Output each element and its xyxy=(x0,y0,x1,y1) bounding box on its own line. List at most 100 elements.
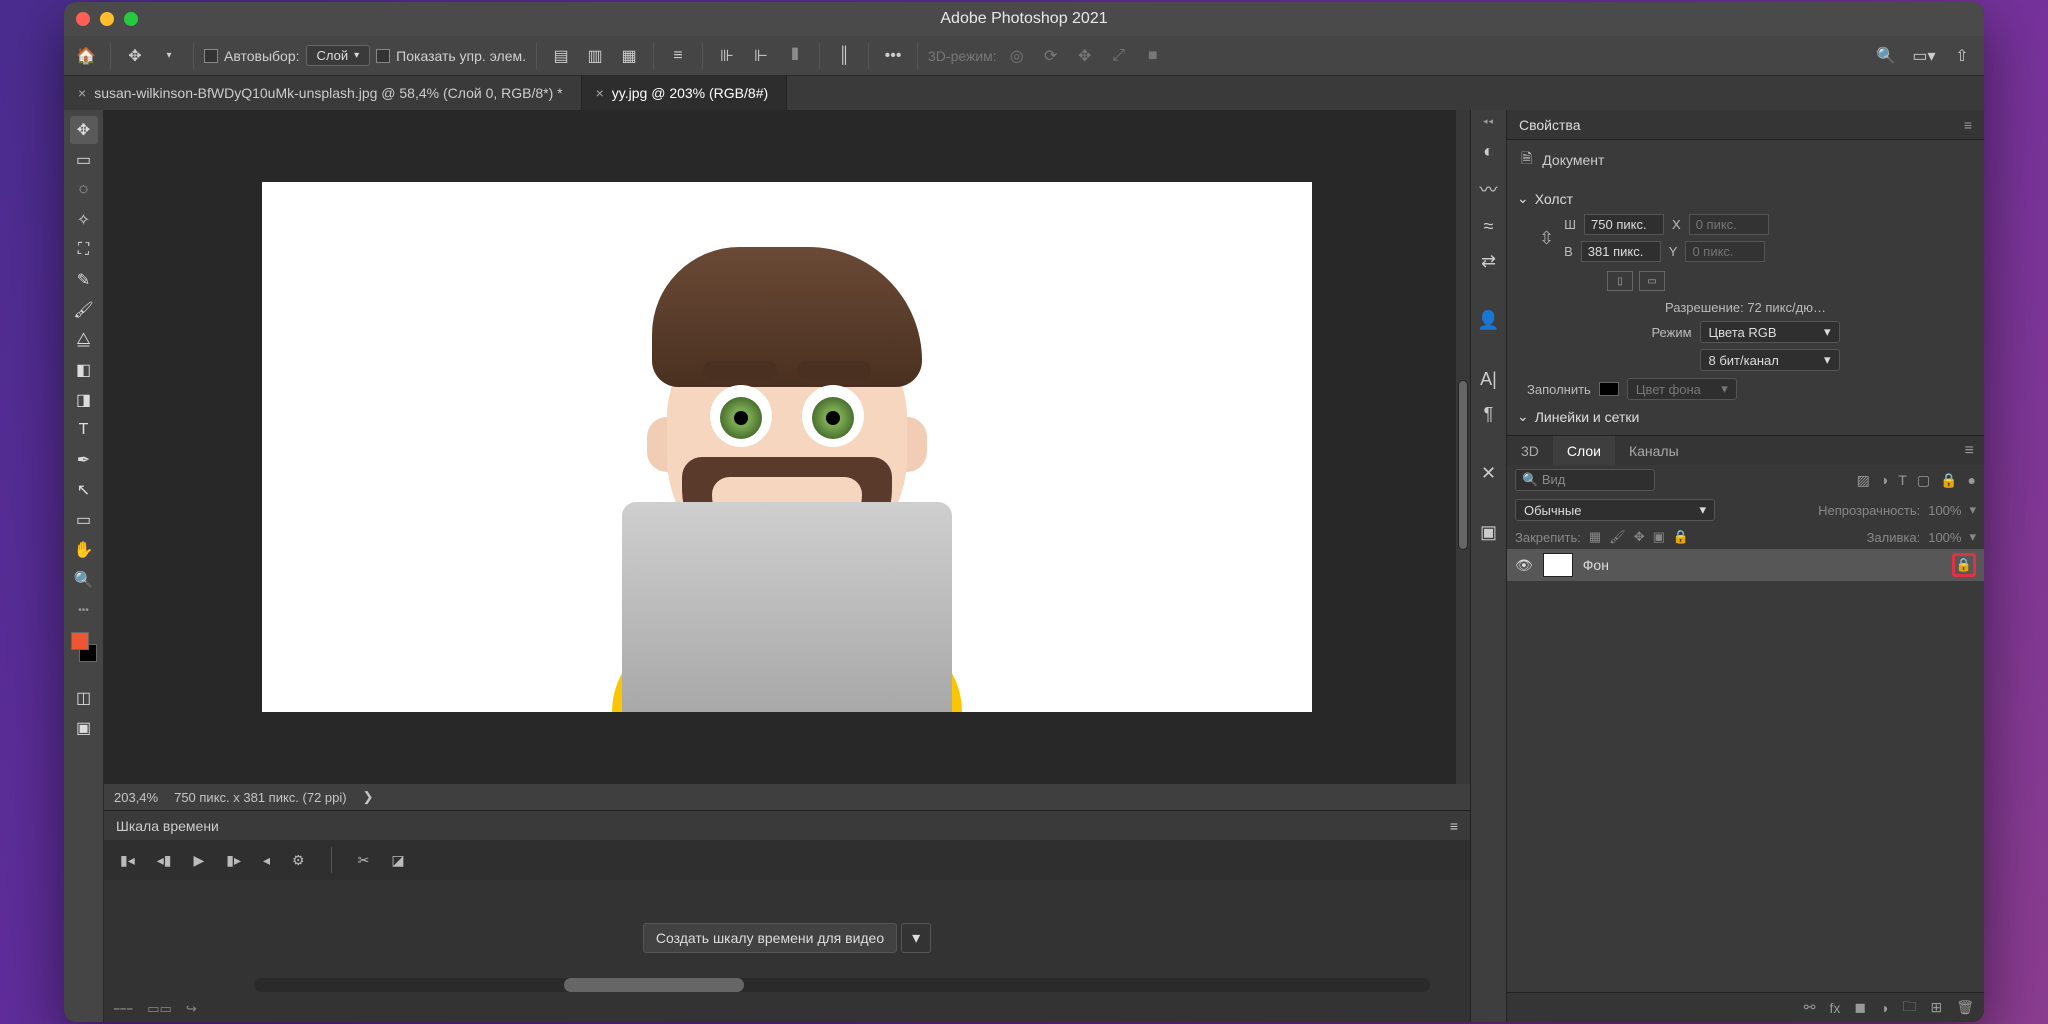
eraser-tool[interactable]: ◧ xyxy=(70,356,98,384)
auto-select-target[interactable]: Слой▾ xyxy=(306,45,371,66)
more-options-icon[interactable]: ••• xyxy=(879,42,907,70)
color-panel-icon[interactable]: ◐ xyxy=(1483,141,1494,162)
layer-name[interactable]: Фон xyxy=(1583,557,1609,573)
zoom-tool[interactable]: 🔍 xyxy=(70,566,98,594)
filter-smart-icon[interactable]: 🔒 xyxy=(1940,472,1957,489)
filter-shape-icon[interactable]: ▢ xyxy=(1917,472,1930,489)
screen-mode-icon[interactable]: ▭▾ xyxy=(1910,42,1938,70)
canvas-area[interactable] xyxy=(104,110,1470,784)
show-transform-checkbox[interactable] xyxy=(376,49,390,63)
pen-tool[interactable]: ✒ xyxy=(70,446,98,474)
scissors-icon[interactable]: ✂ xyxy=(358,852,370,869)
close-icon[interactable]: × xyxy=(596,85,604,101)
screen-mode-tool[interactable]: ▣ xyxy=(70,714,98,742)
distribute-icon[interactable]: ⫴ xyxy=(781,42,809,70)
layer-thumbnail[interactable] xyxy=(1543,553,1573,577)
layer-lock-icon[interactable]: 🔒 xyxy=(1952,553,1976,577)
zoom-level[interactable]: 203,4% xyxy=(114,790,158,805)
color-mode-select[interactable]: Цвета RGB▾ xyxy=(1700,321,1840,343)
panel-menu-icon[interactable]: ≡ xyxy=(1450,818,1458,834)
layer-filter-select[interactable]: 🔍 Вид xyxy=(1515,469,1655,491)
loop-icon[interactable]: ▭▭ xyxy=(147,1001,172,1017)
create-timeline-button[interactable]: Создать шкалу времени для видео xyxy=(643,923,897,953)
move-tool[interactable]: ✥ xyxy=(70,116,98,144)
panel-menu-icon[interactable]: ≡ xyxy=(1965,442,1974,460)
opacity-value[interactable]: 100% xyxy=(1928,503,1961,518)
step-fwd-icon[interactable]: ▮▸ xyxy=(226,852,241,869)
gradients-panel-icon[interactable]: ≈ xyxy=(1484,216,1494,237)
distribute-v-icon[interactable]: ⊪ xyxy=(713,42,741,70)
gradient-tool[interactable]: ◨ xyxy=(70,386,98,414)
height-input[interactable] xyxy=(1581,241,1661,262)
libraries-panel-icon[interactable]: 👤 xyxy=(1477,310,1499,331)
step-back-icon[interactable]: ◂▮ xyxy=(157,852,172,869)
swatches-panel-icon[interactable]: 〰 xyxy=(1480,176,1498,202)
edit-toolbar[interactable]: ••• xyxy=(70,596,98,624)
stamp-tool[interactable]: ⧋ xyxy=(70,326,98,354)
align-left-icon[interactable]: ▤ xyxy=(547,42,575,70)
distribute-space-icon[interactable]: ║ xyxy=(830,42,858,70)
mask-icon[interactable]: ◼ xyxy=(1854,999,1866,1016)
type-tool[interactable]: T xyxy=(70,416,98,444)
document-canvas[interactable] xyxy=(262,182,1312,712)
magic-wand-tool[interactable]: ✧ xyxy=(70,206,98,234)
crop-tool[interactable]: ⛶ xyxy=(70,236,98,264)
mute-icon[interactable]: ◂ xyxy=(263,852,270,869)
play-icon[interactable]: ▶ xyxy=(193,852,204,869)
paragraph-panel-icon[interactable]: ¶ xyxy=(1484,404,1494,425)
fill-value[interactable]: 100% xyxy=(1928,530,1961,545)
panel-menu-icon[interactable]: ≡ xyxy=(1964,117,1972,133)
adjust-panel-icon[interactable]: ⇄ xyxy=(1481,251,1496,272)
bit-depth-select[interactable]: 8 бит/канал▾ xyxy=(1700,349,1840,371)
rulers-section-header[interactable]: ⌄Линейки и сетки xyxy=(1517,404,1974,429)
filter-toggle-icon[interactable]: ● xyxy=(1968,472,1976,489)
modifier-panel-icon[interactable]: ✕ xyxy=(1481,463,1496,484)
foreground-color[interactable] xyxy=(71,632,89,650)
adjustment-icon[interactable]: ◑ xyxy=(1880,1000,1888,1016)
settings-icon[interactable]: ⚙ xyxy=(292,852,305,869)
drag-handle[interactable]: ◂◂ xyxy=(1483,116,1494,127)
new-layer-icon[interactable]: ⊞ xyxy=(1930,999,1942,1016)
lock-all-icon[interactable]: 🔒 xyxy=(1673,529,1689,545)
layer-item-background[interactable]: 👁 Фон 🔒 xyxy=(1507,549,1984,581)
fx-icon[interactable]: fx xyxy=(1830,1000,1841,1016)
goto-first-icon[interactable]: ▮◂ xyxy=(120,852,135,869)
brush-tool[interactable]: 🖌 xyxy=(70,296,98,324)
path-select-tool[interactable]: ↖ xyxy=(70,476,98,504)
filter-type-icon[interactable]: T xyxy=(1898,472,1907,489)
auto-select-checkbox[interactable] xyxy=(204,49,218,63)
color-swatches[interactable] xyxy=(69,632,99,662)
move-tool-icon[interactable]: ✥ xyxy=(121,42,149,70)
eyedropper-tool[interactable]: ✎ xyxy=(70,266,98,294)
tab-layers[interactable]: Слои xyxy=(1553,436,1615,466)
timeline-scrollbar[interactable] xyxy=(254,978,1430,992)
create-timeline-dropdown[interactable]: ▾ xyxy=(901,923,931,953)
filter-adjust-icon[interactable]: ◑ xyxy=(1880,472,1888,489)
delete-layer-icon[interactable]: 🗑 xyxy=(1956,999,1974,1016)
fill-color-swatch[interactable] xyxy=(1599,382,1619,396)
tab-doc-2[interactable]: ×yy.jpg @ 203% (RGB/8#) xyxy=(582,76,788,110)
group-icon[interactable]: 🗀 xyxy=(1902,996,1916,1020)
lock-pos-icon[interactable]: ✥ xyxy=(1634,529,1645,545)
chevron-right-icon[interactable]: ❯ xyxy=(363,789,374,805)
blend-mode-select[interactable]: Обычные▾ xyxy=(1515,499,1715,521)
link-icon[interactable]: ⇳ xyxy=(1539,228,1554,249)
close-icon[interactable]: × xyxy=(78,85,86,101)
chevron-down-icon[interactable]: ▾ xyxy=(155,42,183,70)
doc-info[interactable]: 750 пикс. x 381 пикс. (72 ppi) xyxy=(174,790,347,805)
align-right-icon[interactable]: ▦ xyxy=(615,42,643,70)
shape-tool[interactable]: ▭ xyxy=(70,506,98,534)
lock-artboard-icon[interactable]: ▣ xyxy=(1653,529,1665,545)
vertical-scrollbar[interactable] xyxy=(1456,110,1470,784)
portrait-button[interactable]: ▯ xyxy=(1607,271,1633,291)
char-panel-icon[interactable]: A| xyxy=(1480,369,1497,390)
distribute-h-icon[interactable]: ⊩ xyxy=(747,42,775,70)
share-icon[interactable]: ⇧ xyxy=(1948,42,1976,70)
filter-pixel-icon[interactable]: ▨ xyxy=(1857,472,1870,489)
home-icon[interactable]: 🏠 xyxy=(72,42,100,70)
render-icon[interactable]: ↪ xyxy=(186,1001,197,1017)
minimize-button[interactable] xyxy=(100,12,114,26)
canvas-section-header[interactable]: ⌄Холст xyxy=(1517,186,1974,211)
transition-icon[interactable]: ◪ xyxy=(391,852,404,869)
fill-select[interactable]: Цвет фона▾ xyxy=(1627,378,1737,400)
